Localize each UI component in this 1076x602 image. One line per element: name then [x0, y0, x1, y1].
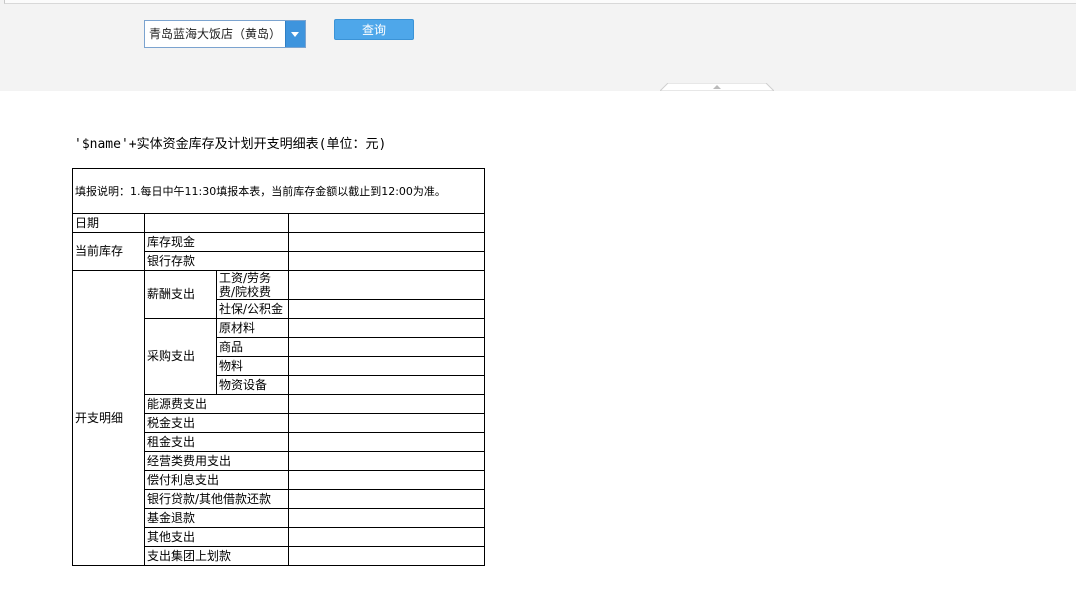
row-label: 偿付利息支出 [144, 470, 289, 490]
table-row: 当前库存 库存现金 [72, 232, 486, 271]
query-button[interactable]: 查询 [334, 19, 414, 40]
row-label: 银行存款 [144, 251, 289, 271]
amount-cell[interactable] [287, 508, 486, 528]
row-label: 经营类费用支出 [144, 451, 289, 471]
purchase-label: 采购支出 [144, 318, 217, 395]
table-row: 开支明细 薪酬支出 工资/劳务费/院校费 [72, 270, 486, 566]
amount-cell[interactable] [287, 432, 486, 452]
amount-cell[interactable] [287, 337, 486, 357]
row-label: 工资/劳务费/院校费 [216, 270, 289, 300]
row-label: 其他支出 [144, 527, 289, 547]
collapse-up-icon [660, 83, 774, 91]
row-label: 租金支出 [144, 432, 289, 452]
amount-cell[interactable] [287, 232, 486, 252]
amount-cell[interactable] [287, 451, 486, 471]
amount-cell[interactable] [287, 356, 486, 376]
amount-cell[interactable] [287, 527, 486, 547]
note-row: 填报说明：1.每日中午11:30填报本表，当前库存金额以截止到12:00为准。 [71, 168, 486, 214]
date-value-cell[interactable] [144, 213, 289, 233]
hotel-select[interactable]: 青岛蓝海大饭店（黄岛） [144, 20, 306, 48]
report-table: 填报说明：1.每日中午11:30填报本表，当前库存金额以截止到12:00为准。 … [71, 168, 486, 566]
row-label: 基金退款 [144, 508, 289, 528]
report-title: '$name'+实体资金库存及计划开支明细表(单位：元) [74, 137, 387, 152]
table-row: 日期 [72, 213, 486, 233]
amount-cell[interactable] [287, 270, 486, 300]
row-label: 库存现金 [144, 232, 289, 252]
date-extra-cell[interactable] [287, 213, 486, 233]
amount-cell[interactable] [287, 318, 486, 338]
amount-cell[interactable] [287, 375, 486, 395]
amount-cell[interactable] [287, 489, 486, 509]
date-label: 日期 [72, 213, 145, 233]
row-label: 社保/公积金 [216, 299, 289, 319]
amount-cell[interactable] [287, 299, 486, 319]
inventory-label: 当前库存 [72, 232, 145, 271]
row-label: 物资设备 [216, 375, 289, 395]
hotel-select-value: 青岛蓝海大饭店（黄岛） [149, 27, 282, 41]
amount-cell[interactable] [287, 251, 486, 271]
amount-cell[interactable] [287, 394, 486, 414]
fill-note: 填报说明：1.每日中午11:30填报本表，当前库存金额以截止到12:00为准。 [71, 168, 486, 214]
row-label: 支出集团上划款 [144, 546, 289, 566]
top-border [4, 0, 1076, 4]
expense-label: 开支明细 [72, 270, 145, 566]
amount-cell[interactable] [287, 470, 486, 490]
amount-cell[interactable] [287, 546, 486, 566]
row-label: 原材料 [216, 318, 289, 338]
row-label: 税金支出 [144, 413, 289, 433]
toolbar: 青岛蓝海大饭店（黄岛） 查询 [0, 0, 1076, 91]
row-label: 物料 [216, 356, 289, 376]
chevron-down-icon[interactable] [285, 21, 305, 47]
salary-label: 薪酬支出 [144, 270, 217, 319]
row-label: 银行贷款/其他借款还款 [144, 489, 289, 509]
row-label: 商品 [216, 337, 289, 357]
amount-cell[interactable] [287, 413, 486, 433]
row-label: 能源费支出 [144, 394, 289, 414]
collapse-toggle[interactable] [660, 83, 774, 91]
